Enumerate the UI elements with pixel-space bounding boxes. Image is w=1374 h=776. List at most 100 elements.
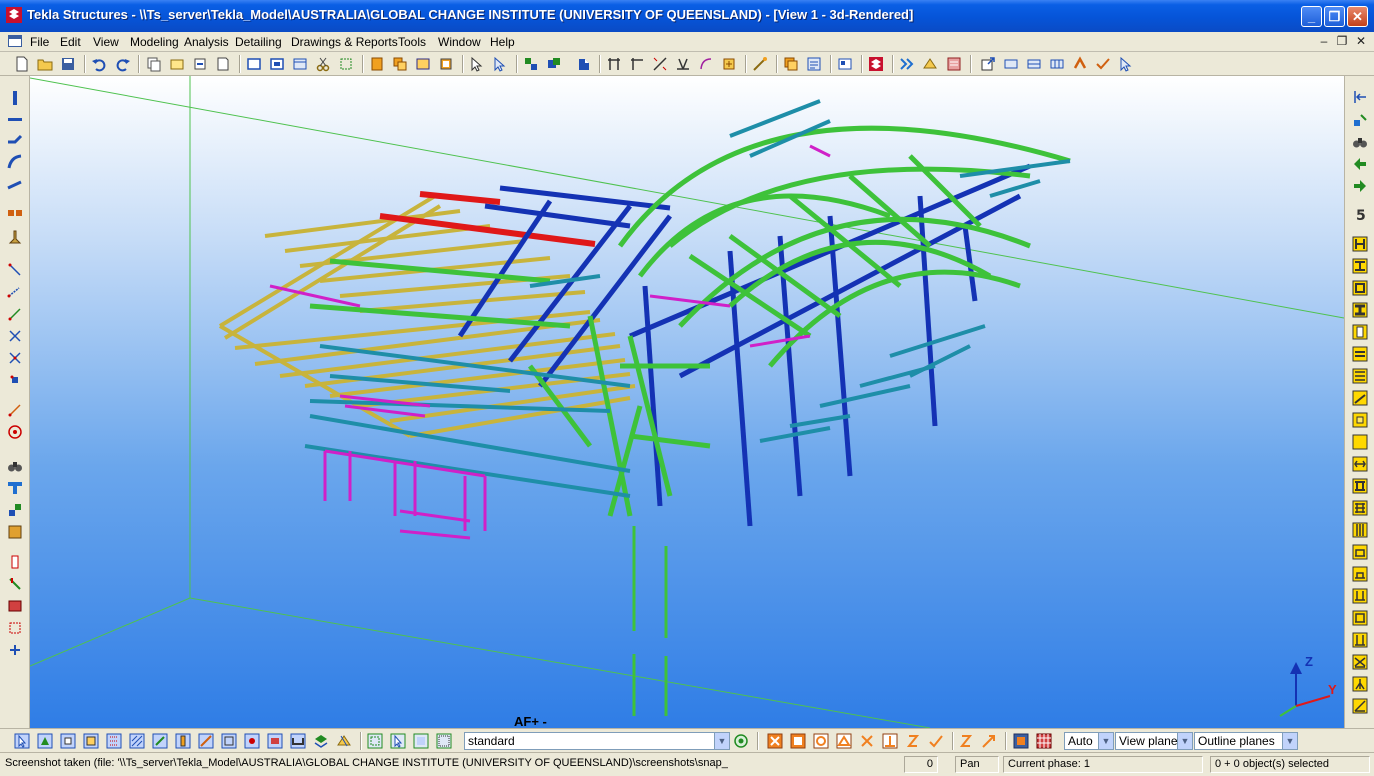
mdi-restore-button[interactable]: ❐ xyxy=(1334,34,1350,49)
rail-icon[interactable] xyxy=(1352,654,1368,670)
export-ifc-icon[interactable] xyxy=(980,56,996,72)
select-objects-in-components-icon[interactable] xyxy=(413,733,429,749)
fitting-icon[interactable] xyxy=(7,372,23,388)
chevron-down-icon[interactable]: ▼ xyxy=(1098,733,1113,749)
menu-window[interactable]: Window xyxy=(438,35,481,49)
multi-select-icon[interactable] xyxy=(1118,56,1134,72)
polygon-weld-icon[interactable] xyxy=(7,284,23,300)
move-special-icon[interactable] xyxy=(215,56,231,72)
copy-special-icon[interactable] xyxy=(169,56,185,72)
select-bolt-single-icon[interactable] xyxy=(244,733,260,749)
mdi-minimize-button[interactable]: – xyxy=(1316,34,1332,49)
measure-icon[interactable] xyxy=(752,56,768,72)
beam-cope-icon[interactable] xyxy=(1352,544,1368,560)
part-color-icon[interactable] xyxy=(369,56,385,72)
arrow-right-icon[interactable] xyxy=(1352,178,1368,194)
snap-perpendicular-icon[interactable] xyxy=(882,733,898,749)
line-cut-icon[interactable] xyxy=(7,328,23,344)
select-gridline-icon[interactable] xyxy=(106,733,122,749)
snap-midpoints-icon[interactable] xyxy=(836,733,852,749)
web-viewer-icon[interactable] xyxy=(946,56,962,72)
component-catalog-icon[interactable] xyxy=(868,56,884,72)
create-view-icon[interactable] xyxy=(292,56,308,72)
snap-depth-dropdown[interactable]: Auto ▼ xyxy=(1064,732,1114,750)
snap-centers-icon[interactable] xyxy=(813,733,829,749)
slab-edge-icon[interactable] xyxy=(1352,698,1368,714)
document-icon[interactable] xyxy=(8,35,22,47)
model-canvas[interactable] xyxy=(30,76,1344,728)
rebar-group-icon[interactable] xyxy=(7,576,23,592)
close-button[interactable]: ✕ xyxy=(1347,6,1368,27)
clash-check-icon[interactable] xyxy=(546,56,562,72)
select-all-icon[interactable] xyxy=(14,733,30,749)
snap-reference-lines-icon[interactable] xyxy=(767,733,783,749)
move-icon[interactable] xyxy=(192,56,208,72)
snap-grid-icon[interactable] xyxy=(1036,733,1052,749)
purlin-icon[interactable] xyxy=(1352,478,1368,494)
maximize-button[interactable]: ❐ xyxy=(1324,6,1345,27)
menu-view[interactable]: View xyxy=(93,35,119,49)
weld-icon[interactable] xyxy=(7,262,23,278)
snap-mode-icon[interactable] xyxy=(1013,733,1029,749)
select-surface-icon[interactable] xyxy=(290,733,306,749)
point-icon[interactable] xyxy=(721,56,737,72)
select-assemblies-icon[interactable] xyxy=(367,733,383,749)
cut-part-icon[interactable] xyxy=(7,306,23,322)
column-splice-icon[interactable] xyxy=(1352,522,1368,538)
snap-extension-icon[interactable] xyxy=(981,733,997,749)
chevron-down-icon[interactable]: ▼ xyxy=(1177,733,1192,749)
menu-edit[interactable]: Edit xyxy=(60,35,81,49)
menu-analysis[interactable]: Analysis xyxy=(184,35,229,49)
macro-forward-icon[interactable] xyxy=(899,56,915,72)
cast-unit-icon[interactable] xyxy=(415,56,431,72)
fly-icon[interactable] xyxy=(1049,56,1065,72)
tube-gusset-icon[interactable] xyxy=(1352,610,1368,626)
mdi-close-button[interactable]: ✕ xyxy=(1353,34,1369,49)
binoculars-icon[interactable] xyxy=(7,458,23,474)
select-objects-icon[interactable] xyxy=(469,56,485,72)
stiffener-icon[interactable] xyxy=(1352,302,1368,318)
snap-nearest-icon[interactable] xyxy=(905,733,921,749)
inquire-icon[interactable] xyxy=(576,56,592,72)
report-icon[interactable] xyxy=(806,56,822,72)
gusset-icon[interactable] xyxy=(1352,566,1368,582)
end-plate-icon[interactable] xyxy=(1352,258,1368,274)
yellow-square-icon[interactable] xyxy=(1352,434,1368,450)
select-grid-icon[interactable] xyxy=(83,733,99,749)
component-tools-icon[interactable] xyxy=(1352,112,1368,128)
select-welds-icon[interactable] xyxy=(152,733,168,749)
number-five-icon[interactable]: 5 xyxy=(1352,206,1368,222)
numbering-icon[interactable] xyxy=(523,56,539,72)
contour-plate-icon[interactable] xyxy=(7,205,23,221)
select-loads-icon[interactable] xyxy=(313,733,329,749)
menu-detailing[interactable]: Detailing xyxy=(235,35,282,49)
grid-line-icon[interactable] xyxy=(629,56,645,72)
haunch-icon[interactable] xyxy=(1352,368,1368,384)
base-plate-icon[interactable] xyxy=(1352,236,1368,252)
anchor-icon[interactable] xyxy=(1352,676,1368,692)
select-assembly-icon[interactable] xyxy=(492,56,508,72)
reinforcement-icon[interactable] xyxy=(7,554,23,570)
view-list-icon[interactable] xyxy=(269,56,285,72)
dock-icon[interactable] xyxy=(1352,89,1368,105)
truss-icon[interactable] xyxy=(1352,588,1368,604)
snap-geometry-lines-icon[interactable] xyxy=(790,733,806,749)
rebar-strand-icon[interactable] xyxy=(7,620,23,636)
model-view-3d[interactable]: Z Y AF+ - xyxy=(30,76,1344,728)
menu-tools[interactable]: Tools xyxy=(398,35,426,49)
open-model-icon[interactable] xyxy=(37,56,53,72)
assembly-icon[interactable] xyxy=(392,56,408,72)
snap-any-point-icon[interactable] xyxy=(928,733,944,749)
new-model-icon[interactable] xyxy=(14,56,30,72)
shear-plate-icon[interactable] xyxy=(1352,324,1368,340)
view-window-icon[interactable] xyxy=(246,56,262,72)
select-points-icon[interactable] xyxy=(60,733,76,749)
tube-connection-icon[interactable] xyxy=(1352,456,1368,472)
binoculars-right-icon[interactable] xyxy=(1352,134,1368,150)
chamfer-icon[interactable] xyxy=(7,402,23,418)
clip-angle-icon[interactable] xyxy=(1352,280,1368,296)
select-views-icon[interactable] xyxy=(198,733,214,749)
select-planes-icon[interactable] xyxy=(129,733,145,749)
menu-help[interactable]: Help xyxy=(490,35,515,49)
rebar-mesh-icon[interactable] xyxy=(7,598,23,614)
